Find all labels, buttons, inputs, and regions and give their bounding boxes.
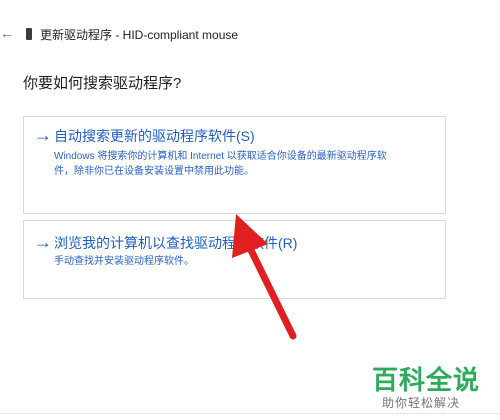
option-description: Windows 将搜索你的计算机和 Internet 以获取适合你设备的最新驱动… [54, 149, 442, 179]
option-description-line: Windows 将搜索你的计算机和 Internet 以获取适合你设备的最新驱动… [54, 151, 387, 162]
browse-computer-option[interactable]: → 浏览我的计算机以查找驱动程序软件(R) 手动查找并安装驱动程序软件。 [23, 220, 446, 299]
arrow-right-icon: → [34, 125, 52, 145]
option-description-line: 手动查找并安装驱动程序软件。 [54, 256, 194, 267]
option-title: 自动搜索更新的驱动程序软件(S) [54, 128, 255, 144]
watermark: 百科全说 助你轻松解决 [368, 360, 492, 412]
option-description: 手动查找并安装驱动程序软件。 [54, 254, 442, 269]
option-title: 浏览我的计算机以查找驱动程序软件(R) [54, 235, 298, 251]
device-icon [26, 28, 32, 40]
arrow-right-icon: → [34, 232, 52, 252]
page-heading: 你要如何搜索驱动程序? [23, 75, 182, 92]
option-description-line: 件，除非你已在设备安装设置中禁用此功能。 [54, 166, 254, 177]
search-automatically-option[interactable]: → 自动搜索更新的驱动程序软件(S) Windows 将搜索你的计算机和 Int… [23, 116, 446, 214]
watermark-logo: 百科全说 [372, 365, 481, 395]
back-arrow-icon[interactable]: ← [0, 25, 14, 41]
title-bar: ← 更新驱动程序 - HID-compliant mouse [0, 22, 500, 46]
divider [0, 413, 500, 414]
window-title: 更新驱动程序 - HID-compliant mouse [40, 28, 239, 42]
watermark-tagline: 助你轻松解决 [382, 396, 461, 410]
